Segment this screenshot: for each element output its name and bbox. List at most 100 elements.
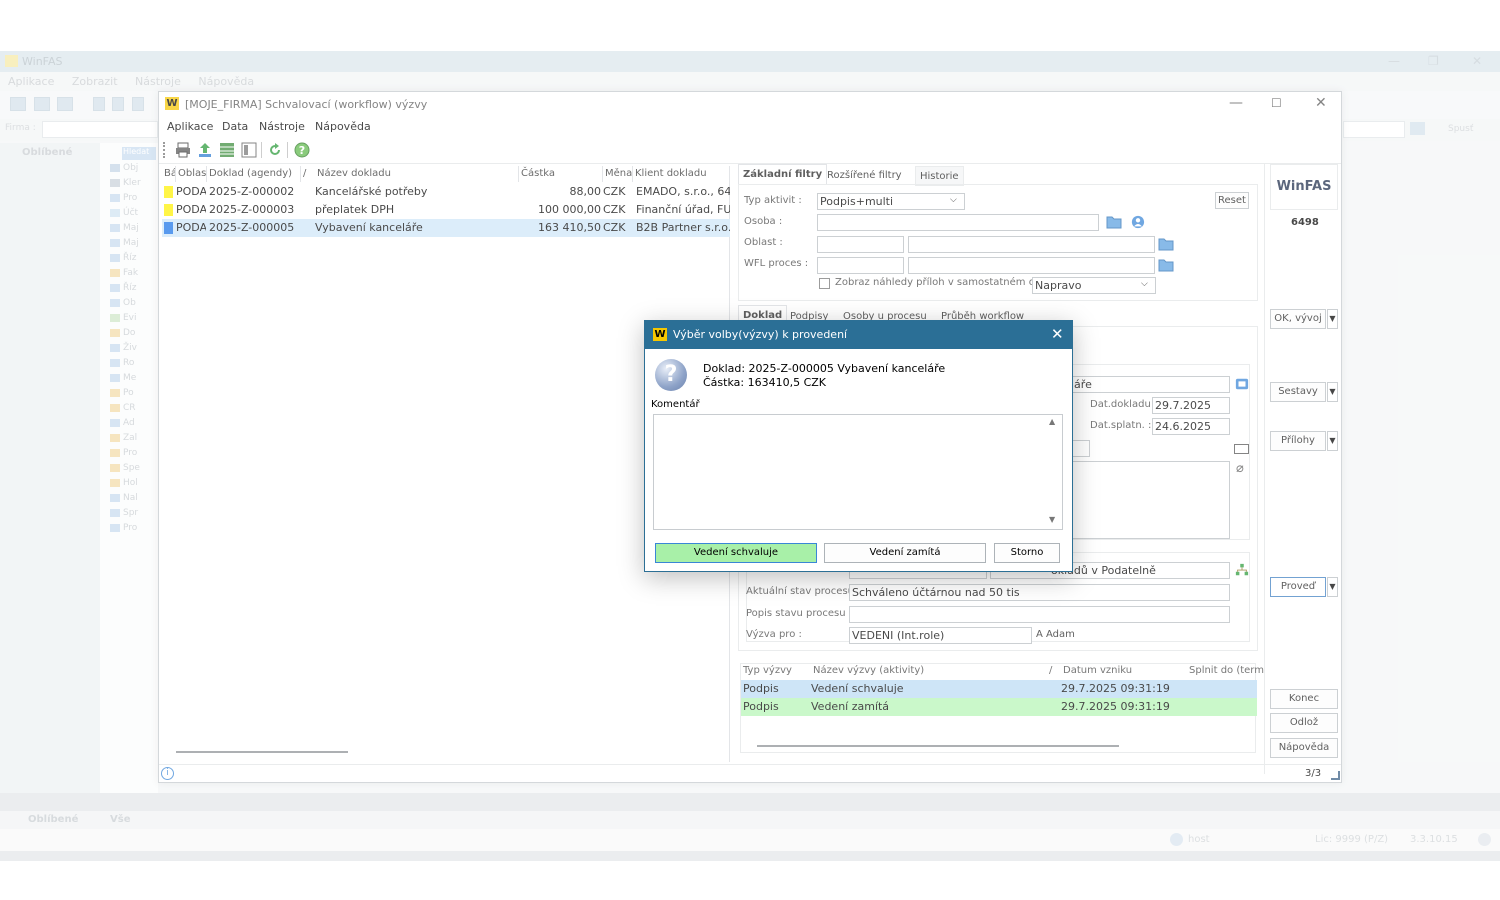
bg-tree-item[interactable]: Po [110,388,158,402]
oblast-folder-icon[interactable] [1158,237,1174,251]
col-header-castka[interactable]: Částka [519,166,603,182]
menu-aplikace[interactable]: Aplikace [167,120,213,133]
bg-tree-item[interactable]: Do [110,328,158,342]
doklad-name-input[interactable]: láře [1068,376,1230,393]
tab-advanced-filters[interactable]: Rozšířené filtry [823,166,906,186]
ok-vyvoj-button[interactable]: OK, vývoj [1270,309,1326,329]
bg-help-icon[interactable] [1478,833,1491,846]
prilohy-dropdown[interactable]: ▼ [1327,431,1338,451]
bg-firm-input[interactable] [42,121,158,138]
envelope-icon[interactable] [1234,444,1249,454]
bg-restore-icon[interactable]: ❐ [1428,54,1439,68]
table-view-icon[interactable] [219,142,235,158]
bg-tree-item[interactable]: Maj [110,238,158,252]
bg-tree-item[interactable]: Účt [110,208,158,222]
bg-close-icon[interactable]: ✕ [1472,54,1482,68]
reset-button[interactable]: Reset [1215,192,1249,209]
bg-tree-item[interactable]: Říz [110,283,158,297]
komentar-scroll-down-icon[interactable]: ▼ [1049,515,1055,524]
columns-icon[interactable] [241,142,257,158]
bg-tree-item[interactable]: Ro [110,358,158,372]
paperclip-icon[interactable]: ⌀ [1236,461,1244,476]
folder-open-icon[interactable] [1106,215,1122,229]
odloz-button[interactable]: Odlož [1270,713,1338,733]
stav-procesu-input[interactable]: Schváleno účtárnou nad 50 tis [849,584,1230,601]
col-header-klient[interactable]: Klient dokladu [633,166,730,182]
wfl-folder-icon[interactable] [1158,258,1174,272]
sestavy-button[interactable]: Sestavy [1270,382,1326,402]
typ-aktivit-select[interactable]: Podpis+multi [817,193,965,210]
bg-program-input[interactable] [1343,121,1405,138]
bg-tool-icon[interactable] [57,97,73,111]
bg-folder-icon[interactable] [1410,122,1425,135]
osoba-input[interactable] [817,214,1099,231]
bg-search-chip[interactable]: Hledat [122,147,156,160]
bg-tree-item[interactable]: Kler [110,178,158,192]
bg-tree-item[interactable]: Zal [110,433,158,447]
bg-minimize-icon[interactable]: — [1388,54,1400,68]
proved-button[interactable]: Proveď [1270,577,1326,597]
list-hscrollbar[interactable] [176,751,348,753]
doklad-note-area[interactable] [1068,461,1230,539]
bg-bottom-tab-favorites[interactable]: Oblíbené [28,814,78,825]
bg-menu-nastroje[interactable]: Nástroje [135,75,181,88]
col-header-doklad[interactable]: Doklad (agendy) [207,166,301,182]
bg-bottom-tab-all[interactable]: Vše [110,814,130,825]
proved-dropdown[interactable]: ▼ [1327,577,1338,597]
table-row[interactable]: PODA 2025-Z-000003 přeplatek DPH 100 000,00… [162,201,730,219]
bg-menu-napoveda[interactable]: Nápověda [198,75,254,88]
sestavy-dropdown[interactable]: ▼ [1327,382,1338,402]
bg-tree-item[interactable]: Obj [110,163,158,177]
bg-tree-item[interactable]: Evi [110,313,158,327]
bg-run-button[interactable]: Spusť [1448,124,1473,134]
bg-favorites-tab[interactable]: Oblíbené [22,147,72,158]
col-header-oblast[interactable]: Oblast [176,166,207,182]
close-icon[interactable]: ✕ [1315,95,1327,111]
bg-tree-item[interactable]: Pro [110,448,158,462]
bg-tool-icon[interactable] [33,97,50,111]
export-icon[interactable] [197,142,213,158]
bg-refresh-icon[interactable] [131,97,144,111]
activity-row[interactable]: Podpis Vedení schvaluje 29.7.2025 09:31:19 [741,680,1257,698]
document-preview-icon[interactable] [1234,377,1250,391]
dat-splatn-input[interactable]: 24.6.2025 [1152,418,1230,435]
chevron-down-icon[interactable]: ⌵ [950,195,957,205]
col-header-ba[interactable]: Bá [162,166,176,182]
bg-tree-item[interactable]: Ob [110,298,158,312]
napoveda-button[interactable]: Nápověda [1270,738,1338,758]
tab-history[interactable]: Historie [915,166,964,186]
preview-checkbox[interactable] [819,278,830,289]
oblast-name-input[interactable] [908,236,1155,253]
oblast-code-input[interactable] [817,236,904,253]
maximize-icon[interactable]: ☐ [1271,96,1282,110]
menu-nastroje[interactable]: Nástroje [259,120,305,133]
reject-button[interactable]: Vedení zamítá [824,543,986,563]
ok-vyvoj-dropdown[interactable]: ▼ [1327,309,1338,329]
info-icon[interactable]: i [161,767,174,780]
act-col-nazev[interactable]: Název výzvy (aktivity) [813,664,924,678]
bg-tree-item[interactable]: Říz [110,253,158,267]
activity-row[interactable]: Podpis Vedení zamítá 29.7.2025 09:31:19 [741,698,1257,716]
table-row[interactable]: PODA 2025-Z-000005 Vybavení kanceláře 163 4… [162,219,730,237]
bg-tree-item[interactable]: Pro [110,193,158,207]
approve-button[interactable]: Vedení schvaluje [655,543,817,563]
dialog-close-icon[interactable]: ✕ [1051,325,1064,343]
col-header-nazev[interactable]: Název dokladu [315,166,519,182]
vyzva-pro-input[interactable]: VEDENI (Int.role) [849,627,1032,644]
konec-button[interactable]: Konec [1270,689,1338,709]
bg-tree-item[interactable]: Spe [110,463,158,477]
help-icon[interactable]: ? [294,142,310,158]
komentar-scroll-up-icon[interactable]: ▲ [1049,417,1055,426]
bg-tree-item[interactable]: Hol [110,478,158,492]
bg-tree-item[interactable]: Ad [110,418,158,432]
bg-tree-item[interactable]: Me [110,373,158,387]
bg-tree-item[interactable]: Maj [110,223,158,237]
activity-hscrollbar[interactable] [757,745,1119,747]
bg-tree-item[interactable]: Fak [110,268,158,282]
tab-basic-filters[interactable]: Základní filtry [738,164,828,184]
minimize-icon[interactable]: — [1229,95,1243,111]
bg-tree-item[interactable]: Nal [110,493,158,507]
bg-tree-item[interactable]: Pro [110,523,158,537]
bg-tree-item[interactable]: Spr [110,508,158,522]
print-icon[interactable] [175,142,191,158]
